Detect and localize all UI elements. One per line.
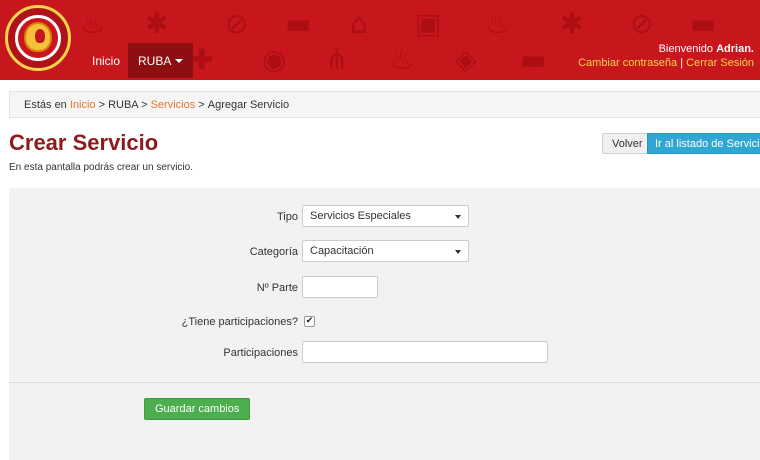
user-name: Adrian. — [716, 43, 754, 55]
user-links: Cambiar contraseña | Cerrar Sesión — [578, 56, 754, 70]
parte-label: Nº Parte — [256, 282, 298, 294]
header-bar: ♨ ✱ ⊘ ▬ ⌂ ▣ ♨ ✱ ⊘ ▬ ✚ ◉ ⋔ ♨ ◈ ▬ Inicio R… — [0, 0, 760, 80]
breadcrumb-separator: > — [195, 98, 208, 111]
breadcrumb-link-inicio[interactable]: Inicio — [70, 99, 96, 111]
tipo-select-value: Servicios Especiales — [310, 210, 411, 222]
participaciones-input[interactable] — [302, 341, 548, 363]
tiene-participaciones-checkbox[interactable]: ✔ — [304, 316, 315, 327]
user-box: Bienvenido Adrian. Cambiar contraseña | … — [578, 42, 754, 70]
nav-item-ruba[interactable]: RUBA — [128, 43, 194, 78]
save-button-label: Guardar cambios — [155, 403, 240, 415]
form-row-categoria: Categoría Capacitación — [9, 240, 760, 264]
form-row-tipo: Tipo Servicios Especiales — [9, 205, 760, 229]
breadcrumb: Estás en Inicio > RUBA > Servicios > Agr… — [9, 91, 760, 118]
nav-item-label: RUBA — [138, 53, 172, 68]
parte-input[interactable] — [302, 276, 378, 298]
services-list-label: Ir al listado de Servicios — [655, 137, 760, 150]
form-row-participaciones: Participaciones — [9, 341, 760, 365]
link-separator: | — [677, 57, 687, 69]
categoria-label: Categoría — [249, 246, 298, 258]
form-row-parte: Nº Parte — [9, 276, 760, 300]
breadcrumb-link-servicios[interactable]: Servicios — [151, 99, 196, 111]
tipo-select[interactable]: Servicios Especiales — [302, 205, 469, 227]
back-button-label: Volver — [612, 137, 643, 150]
flame-icon — [35, 29, 45, 43]
tipo-label: Tipo — [277, 211, 298, 223]
save-button[interactable]: Guardar cambios — [144, 398, 251, 420]
breadcrumb-current: Agregar Servicio — [207, 98, 290, 111]
change-password-link[interactable]: Cambiar contraseña — [578, 57, 677, 69]
nav-item-inicio[interactable]: Inicio — [84, 43, 128, 78]
form-divider — [9, 382, 760, 383]
participaciones-label: Participaciones — [223, 347, 298, 359]
chevron-down-icon — [175, 58, 184, 63]
main-nav: Inicio RUBA — [84, 43, 194, 78]
form-panel: Tipo Servicios Especiales Categoría Capa… — [9, 188, 760, 460]
chevron-down-icon — [455, 250, 461, 254]
welcome-prefix: Bienvenido — [658, 43, 717, 55]
categoria-select-value: Capacitación — [310, 245, 374, 257]
chevron-down-icon — [455, 215, 461, 219]
tiene-participaciones-label: ¿Tiene participaciones? — [181, 316, 298, 328]
services-list-button[interactable]: Ir al listado de Servicios — [647, 133, 760, 154]
page-title: Crear Servicio — [9, 130, 159, 155]
breadcrumb-separator: > RUBA > — [95, 98, 151, 111]
form-row-tiene-participaciones: ¿Tiene participaciones? ✔ — [9, 310, 760, 334]
back-button[interactable]: Volver — [602, 133, 653, 154]
nav-item-label: Inicio — [92, 53, 121, 68]
welcome-text: Bienvenido Adrian. — [578, 42, 754, 56]
breadcrumb-prefix: Estás en — [24, 98, 70, 111]
page-subtitle: En esta pantalla podrás crear un servici… — [9, 162, 193, 173]
logout-link[interactable]: Cerrar Sesión — [686, 57, 754, 69]
checkbox-check-icon: ✔ — [305, 316, 314, 326]
categoria-select[interactable]: Capacitación — [302, 240, 469, 262]
fire-department-logo[interactable] — [5, 5, 71, 71]
